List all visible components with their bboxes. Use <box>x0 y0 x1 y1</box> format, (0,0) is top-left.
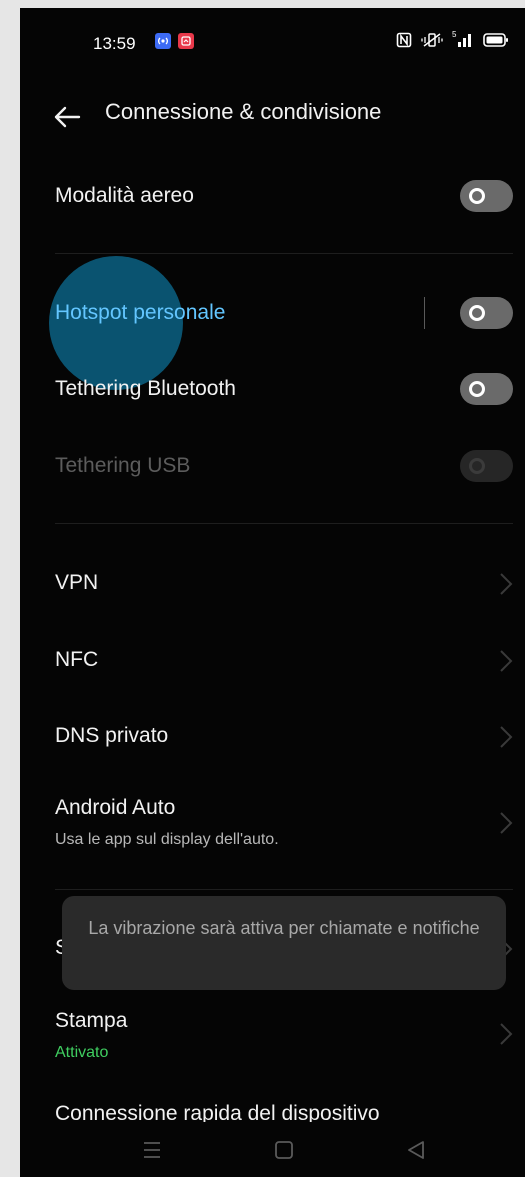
private-dns-row[interactable]: DNS privato <box>20 706 525 766</box>
quick-connect-label: Connessione rapida del dispositivo <box>55 1102 380 1122</box>
chevron-right-icon <box>500 726 513 748</box>
airplane-mode-toggle[interactable] <box>460 180 513 212</box>
private-dns-label: DNS privato <box>55 724 169 747</box>
navigation-bar <box>20 1122 525 1177</box>
hotspot-toggle[interactable] <box>460 297 513 329</box>
bluetooth-tethering-toggle[interactable] <box>460 373 513 405</box>
usb-tethering-row: Tethering USB <box>20 436 525 496</box>
android-auto-row[interactable]: Android Auto Usa le app sul display dell… <box>20 778 525 868</box>
print-label: Stampa <box>55 1009 128 1032</box>
section-divider <box>55 889 513 890</box>
toggle-knob <box>469 305 485 321</box>
print-row[interactable]: Stampa Attivato <box>20 991 525 1076</box>
airplane-mode-label: Modalità aereo <box>55 184 194 207</box>
signal-icon: 5 <box>452 30 474 48</box>
back-triangle-icon[interactable] <box>403 1138 429 1162</box>
menu-icon[interactable] <box>139 1138 165 1162</box>
usb-tethering-label: Tethering USB <box>55 454 191 477</box>
page-title: Connessione & condivisione <box>105 99 382 124</box>
chevron-right-icon <box>500 1023 513 1045</box>
section-divider <box>55 253 513 254</box>
signal-label: 5 <box>452 30 457 39</box>
chevron-right-icon <box>500 650 513 672</box>
android-auto-subtitle: Usa le app sul display dell'auto. <box>55 831 279 848</box>
chevron-right-icon <box>500 812 513 834</box>
print-status: Attivato <box>55 1044 109 1061</box>
section-divider <box>55 523 513 524</box>
hotspot-label: Hotspot personale <box>55 301 226 324</box>
nfc-label: NFC <box>55 648 99 671</box>
bluetooth-tethering-row[interactable]: Tethering Bluetooth <box>20 359 525 419</box>
status-time: 13:59 <box>93 34 136 53</box>
broadcast-icon <box>155 33 171 49</box>
vpn-row[interactable]: VPN <box>20 553 525 613</box>
status-bar: 13:59 5 <box>20 8 525 80</box>
toggle-knob <box>469 188 485 204</box>
quick-connect-row[interactable]: Connessione rapida del dispositivo <box>20 1098 525 1122</box>
home-icon[interactable] <box>271 1138 297 1162</box>
android-auto-label: Android Auto <box>55 796 176 819</box>
chevron-right-icon <box>500 573 513 595</box>
arrow-left-icon[interactable] <box>52 102 82 132</box>
nfc-row[interactable]: NFC <box>20 630 525 690</box>
phone-screen: 13:59 5 Connessione & condivisione Modal… <box>20 8 525 1177</box>
nfc-icon <box>396 32 412 48</box>
hotspot-row[interactable]: Hotspot personale <box>20 283 525 343</box>
airplane-mode-row[interactable]: Modalità aereo <box>20 166 525 226</box>
app-notification-icon <box>178 33 194 49</box>
vibration-toast: La vibrazione sarà attiva per chiamate e… <box>62 896 506 990</box>
vpn-label: VPN <box>55 571 99 594</box>
toggle-knob <box>469 458 485 474</box>
battery-icon <box>483 32 509 48</box>
toggle-knob <box>469 381 485 397</box>
row-separator <box>424 297 425 329</box>
usb-tethering-toggle <box>460 450 513 482</box>
bluetooth-tethering-label: Tethering Bluetooth <box>55 377 236 400</box>
vibrate-icon <box>421 32 443 48</box>
toast-message: La vibrazione sarà attiva per chiamate e… <box>88 918 480 938</box>
